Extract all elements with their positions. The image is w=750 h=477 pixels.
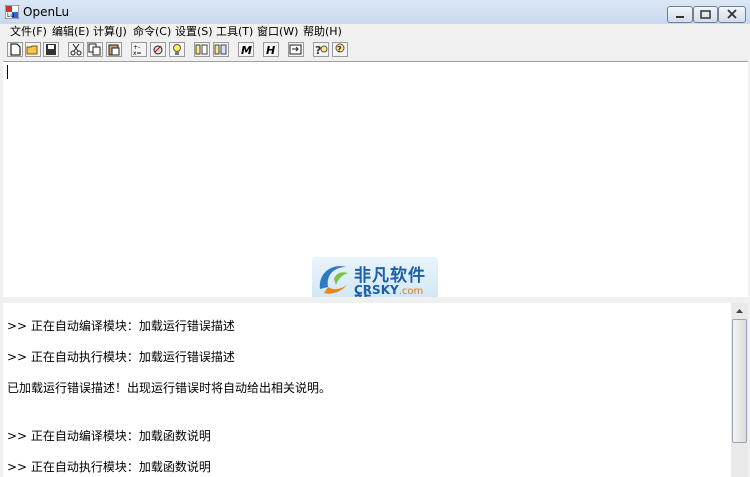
light-bulb-icon (173, 44, 181, 55)
text-caret (7, 65, 8, 79)
toolbar: +- x= M H ? ? (0, 41, 750, 60)
svg-text:M: M (241, 44, 252, 56)
close-icon (727, 9, 737, 19)
maximize-icon (700, 10, 711, 19)
italic-h-icon: H (266, 44, 275, 56)
module-icon-2 (214, 44, 227, 55)
watermark-suffix: .com (398, 286, 424, 297)
output-line: 已加载运行错误描述！出现运行错误时将自动给出相关说明。 (7, 381, 332, 395)
output-line: >> 正在自动执行模块：加载运行错误描述 (7, 350, 235, 364)
close-button[interactable] (718, 6, 746, 23)
help-button[interactable]: ? (313, 42, 329, 57)
output-line: >> 正在自动执行模块：加载函数说明 (7, 460, 211, 474)
window-title: OpenLu (23, 5, 70, 19)
app-window: Lu OpenLu 文件(F) 编辑(E) 计算(J) 命令(C) 设置(S) … (0, 0, 750, 477)
copy-button[interactable] (87, 42, 103, 57)
menu-window[interactable]: 窗口(W) (257, 25, 298, 39)
execute-button[interactable] (150, 42, 166, 57)
menu-settings[interactable]: 设置(S) (175, 25, 213, 39)
app-icon: Lu (5, 5, 19, 19)
menu-tools[interactable]: 工具(T) (216, 25, 253, 39)
help-context-button[interactable]: ? (332, 42, 348, 57)
save-button[interactable] (43, 42, 59, 57)
italic-m-button[interactable]: M (238, 42, 254, 57)
title-bar[interactable]: Lu OpenLu (0, 0, 750, 24)
menu-command[interactable]: 命令(C) (133, 25, 171, 39)
watermark-brand: CRSKY (354, 283, 399, 297)
module-button-1[interactable] (194, 42, 210, 57)
watermark-en-text: CRSKY.com (354, 283, 423, 297)
execute-icon (153, 45, 163, 55)
output-scrollbar[interactable] (731, 303, 748, 477)
minimize-button[interactable] (667, 6, 693, 23)
open-folder-icon (26, 45, 38, 55)
watermark-logo: 非凡软件站 CRSKY.com (312, 257, 438, 311)
menu-edit[interactable]: 编辑(E) (52, 25, 90, 39)
paste-button[interactable] (106, 42, 122, 57)
minimize-icon (676, 16, 684, 18)
menu-bar: 文件(F) 编辑(E) 计算(J) 命令(C) 设置(S) 工具(T) 窗口(W… (0, 24, 750, 41)
svg-text:?: ? (315, 44, 321, 56)
calculate-icon: +-x= (133, 44, 142, 56)
help-context-icon: ? (335, 43, 345, 54)
open-button[interactable] (25, 42, 41, 57)
help-icon: ? (315, 44, 328, 56)
cut-icon (70, 43, 82, 56)
light-bulb-button[interactable] (169, 42, 185, 57)
svg-text:H: H (266, 44, 275, 56)
copy-icon (88, 43, 101, 56)
scrollbar-thumb[interactable] (732, 319, 747, 443)
svg-text:?: ? (337, 45, 342, 54)
output-line: >> 正在自动编译模块：加载函数说明 (7, 429, 211, 443)
export-button[interactable] (288, 42, 304, 57)
scroll-up-icon[interactable] (731, 303, 748, 320)
save-icon (46, 44, 56, 55)
svg-text:x=: x= (133, 50, 142, 56)
italic-h-button[interactable]: H (263, 42, 279, 57)
maximize-button[interactable] (693, 6, 718, 23)
new-file-button[interactable] (7, 42, 23, 57)
menu-help[interactable]: 帮助(H) (303, 25, 342, 39)
swirl-logo-icon (319, 266, 348, 294)
calculate-button[interactable]: +- x= (131, 42, 147, 57)
module-icon-1 (195, 44, 208, 55)
svg-text:Lu: Lu (7, 12, 14, 19)
new-file-icon (10, 43, 21, 56)
cut-button[interactable] (68, 42, 84, 57)
output-line: >> 正在自动编译模块：加载运行错误描述 (7, 319, 235, 333)
output-panel[interactable]: >> 正在自动编译模块：加载运行错误描述 >> 正在自动执行模块：加载运行错误描… (3, 303, 731, 477)
menu-calc[interactable]: 计算(J) (93, 25, 127, 39)
module-button-2[interactable] (213, 42, 229, 57)
menu-file[interactable]: 文件(F) (10, 25, 47, 39)
paste-icon (108, 44, 120, 56)
italic-m-icon: M (241, 44, 252, 56)
export-icon (289, 44, 302, 55)
